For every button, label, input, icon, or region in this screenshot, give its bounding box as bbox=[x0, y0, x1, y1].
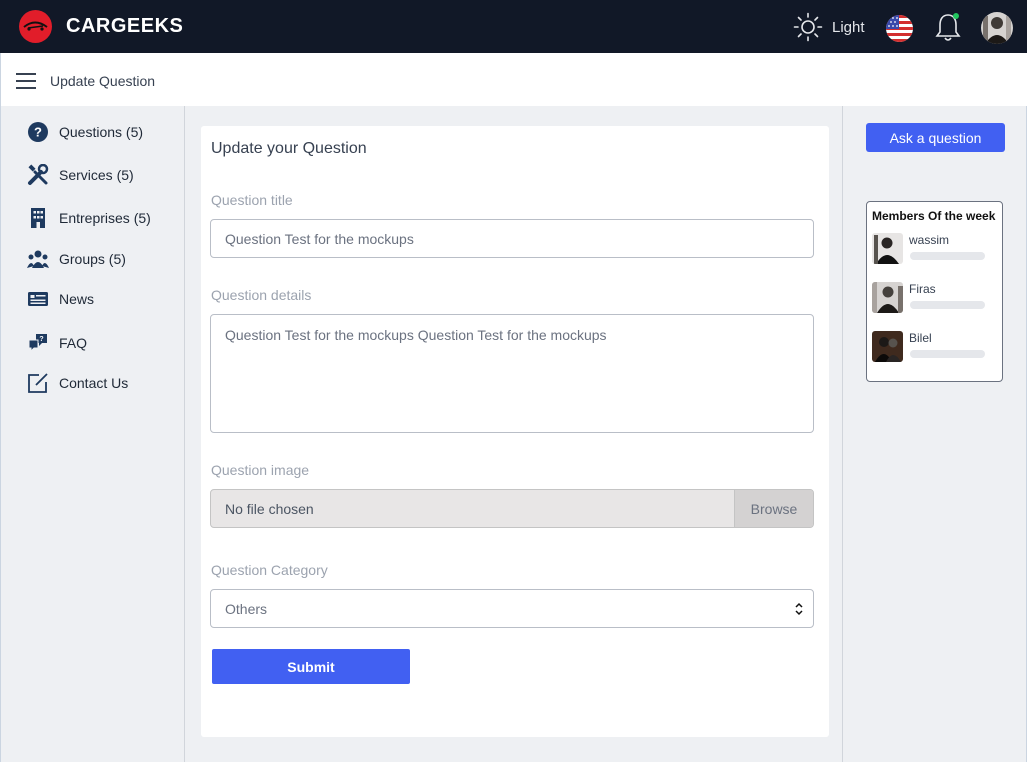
top-navbar: CARGEEKS Light bbox=[0, 0, 1027, 53]
sidebar-item-label: FAQ bbox=[59, 335, 88, 351]
form-title: Update your Question bbox=[211, 140, 367, 157]
theme-toggle[interactable]: Light bbox=[793, 12, 865, 42]
sidebar-item-label: Groups (5) bbox=[59, 251, 126, 267]
member-avatar bbox=[872, 233, 903, 264]
theme-label: Light bbox=[832, 18, 865, 36]
sidebar-item-label: Questions (5) bbox=[59, 124, 144, 140]
svg-text:?: ? bbox=[39, 336, 43, 343]
building-icon bbox=[31, 208, 45, 228]
member-item[interactable]: Bilel bbox=[872, 331, 1000, 363]
selected-category: Others bbox=[225, 600, 268, 617]
sidebar-item-label: Entreprises (5) bbox=[59, 210, 151, 226]
question-image-file-input[interactable]: No file chosen Browse bbox=[210, 489, 814, 528]
question-category-label: Question Category bbox=[211, 562, 328, 578]
sidebar-item-label: News bbox=[59, 291, 95, 307]
member-avatar bbox=[872, 331, 903, 362]
question-title-input[interactable]: Question Test for the mockups bbox=[210, 219, 814, 258]
sidebar-item-entreprises[interactable]: Entreprises (5) bbox=[27, 206, 151, 230]
menu-icon[interactable] bbox=[16, 73, 36, 89]
member-progress-bar bbox=[910, 252, 985, 260]
sidebar-item-questions[interactable]: ? Questions (5) bbox=[27, 120, 143, 144]
member-name: Bilel bbox=[909, 331, 932, 345]
question-title-label: Question title bbox=[211, 192, 293, 208]
sidebar-item-news[interactable]: News bbox=[27, 287, 94, 311]
page-header: Update Question bbox=[0, 53, 1027, 106]
edit-icon bbox=[28, 373, 48, 393]
sidebar-item-faq[interactable]: ? FAQ bbox=[27, 331, 87, 355]
sidebar-item-label: Services (5) bbox=[59, 167, 134, 183]
browse-button[interactable]: Browse bbox=[734, 490, 813, 527]
file-chosen-text: No file chosen bbox=[225, 500, 314, 517]
members-title: Members Of the week bbox=[872, 209, 996, 223]
ask-question-button[interactable]: Ask a question bbox=[866, 123, 1005, 152]
chevron-updown-icon bbox=[795, 602, 803, 616]
question-category-select[interactable]: Others bbox=[210, 589, 814, 628]
page-title: Update Question bbox=[50, 73, 156, 89]
member-name: Firas bbox=[909, 282, 936, 296]
question-details-textarea[interactable]: Question Test for the mockups Question T… bbox=[210, 314, 814, 433]
question-details-label: Question details bbox=[211, 287, 312, 303]
tools-icon bbox=[28, 164, 49, 185]
us-flag-icon[interactable] bbox=[886, 15, 913, 42]
sidebar-item-groups[interactable]: Groups (5) bbox=[27, 247, 126, 271]
notification-bell-icon[interactable] bbox=[935, 12, 961, 42]
newspaper-icon bbox=[28, 292, 48, 306]
submit-button[interactable]: Submit bbox=[212, 649, 410, 684]
sidebar-item-contact-us[interactable]: Contact Us bbox=[27, 371, 128, 395]
question-icon: ? bbox=[28, 122, 48, 142]
update-question-form: Update your Question Question title Ques… bbox=[201, 126, 829, 737]
right-sidebar: Ask a question Members Of the week wassi… bbox=[842, 106, 1027, 762]
left-sidebar: ? Questions (5) Services (5) Entreprises… bbox=[0, 106, 185, 762]
member-item[interactable]: wassim bbox=[872, 233, 1000, 265]
member-name: wassim bbox=[909, 233, 950, 247]
question-title-value: Question Test for the mockups bbox=[225, 230, 414, 247]
svg-text:?: ? bbox=[34, 125, 42, 140]
member-item[interactable]: Firas bbox=[872, 282, 1000, 314]
question-details-value: Question Test for the mockups Question T… bbox=[225, 327, 607, 343]
chat-icon: ? bbox=[28, 334, 47, 353]
member-progress-bar bbox=[910, 301, 985, 309]
members-of-week-panel: Members Of the week wassim Firas Bilel bbox=[866, 201, 1003, 382]
cargeeks-logo-icon[interactable] bbox=[19, 10, 52, 43]
brand-name[interactable]: CARGEEKS bbox=[66, 15, 183, 38]
member-progress-bar bbox=[910, 350, 985, 358]
sidebar-item-services[interactable]: Services (5) bbox=[27, 163, 134, 187]
users-icon bbox=[27, 250, 49, 268]
member-avatar bbox=[872, 282, 903, 313]
question-image-label: Question image bbox=[211, 462, 310, 478]
sidebar-item-label: Contact Us bbox=[59, 375, 129, 391]
user-avatar[interactable] bbox=[981, 12, 1013, 44]
sun-icon bbox=[793, 12, 823, 42]
